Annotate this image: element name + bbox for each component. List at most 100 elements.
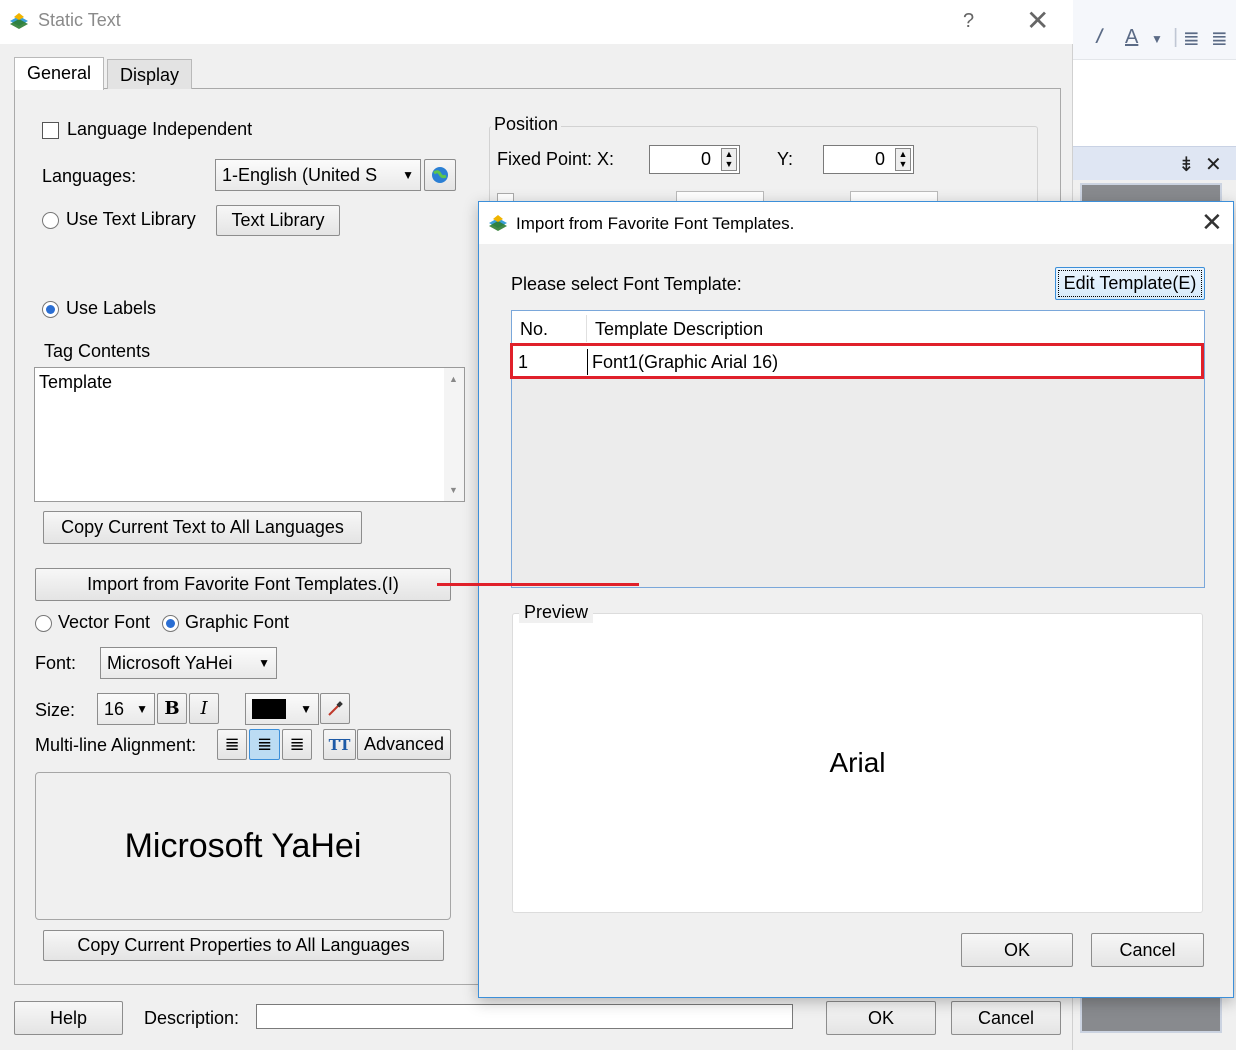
x-value: 0 (700, 149, 711, 169)
column-header-no[interactable]: No. (520, 319, 548, 340)
use-labels-label: Use Labels (66, 298, 157, 318)
edit-template-button[interactable]: Edit Template(E) (1055, 267, 1205, 300)
tag-contents-label: Tag Contents (44, 341, 151, 361)
align-left-icon[interactable]: ≣ (1183, 26, 1200, 51)
template-list-header: No. Template Description (512, 311, 1204, 346)
import-font-templates-button[interactable]: Import from Favorite Font Templates.(I) (35, 568, 451, 601)
languages-select[interactable]: 1-English (United S ▼ (215, 159, 421, 191)
tab-general[interactable]: General (14, 57, 105, 90)
column-separator[interactable] (586, 315, 587, 342)
copy-properties-button[interactable]: Copy Current Properties to All Languages (43, 930, 444, 961)
advanced-button[interactable]: Advanced (357, 729, 451, 760)
y-label: Y: (777, 149, 794, 169)
import-ok-button[interactable]: OK (961, 933, 1073, 967)
align-center-icon: ≣ (256, 734, 273, 754)
text-color-select[interactable]: ▼ (245, 693, 319, 725)
tag-contents-value: Template (39, 372, 113, 392)
position-legend: Position (491, 114, 562, 135)
pin-icon[interactable]: ⇟ (1178, 152, 1195, 177)
graphic-font-label: Graphic Font (185, 612, 290, 632)
vector-font-label: Vector Font (58, 612, 151, 632)
import-dialog-titlebar: Import from Favorite Font Templates. ✕ (479, 202, 1233, 244)
align-right-button[interactable]: ≣ (282, 729, 312, 760)
close-icon[interactable]: ✕ (1201, 207, 1223, 238)
close-icon[interactable]: ✕ (1026, 4, 1049, 37)
preview-legend: Preview (519, 602, 594, 623)
chevron-down-icon: ▼ (136, 702, 148, 716)
language-independent-label: Language Independent (67, 119, 253, 139)
align-center-icon[interactable]: ≣ (1211, 26, 1228, 51)
y-input[interactable]: 0 ▲ ▼ (823, 145, 914, 174)
use-text-library-label: Use Text Library (66, 209, 196, 229)
size-value: 16 (104, 698, 125, 719)
size-label: Size: (35, 700, 76, 720)
description-label: Description: (144, 1008, 240, 1028)
globe-icon (432, 167, 448, 183)
scroll-down-icon[interactable]: ▼ (449, 485, 458, 495)
background-canvas (1073, 60, 1236, 146)
font-preview: Microsoft YaHei (35, 772, 451, 920)
eyedropper-button[interactable] (320, 693, 350, 724)
annotation-highlight-box (510, 343, 1204, 379)
textarea-scrollbar[interactable]: ▲ ▼ (444, 368, 464, 501)
description-input[interactable] (256, 1004, 793, 1029)
separator: | (1173, 26, 1179, 48)
languages-value: 1-English (United S (222, 164, 378, 185)
dialog-title: Static Text (38, 10, 121, 30)
help-icon[interactable]: ? (963, 10, 974, 33)
font-value: Microsoft YaHei (107, 652, 233, 673)
italic-button[interactable]: I (189, 693, 219, 724)
preview-text: Arial (829, 747, 886, 778)
italic-icon[interactable]: 𝐼 (1095, 26, 1101, 49)
column-header-description[interactable]: Template Description (595, 319, 763, 340)
dialog-titlebar: Static Text ? ✕ (0, 0, 1073, 44)
panel-close-icon[interactable]: ✕ (1205, 152, 1222, 177)
align-right-icon: ≣ (289, 734, 305, 754)
tab-display[interactable]: Display (107, 59, 193, 89)
vector-font-radio[interactable] (35, 615, 52, 632)
x-input[interactable]: 0 ▲ ▼ (649, 145, 740, 174)
globe-button[interactable] (424, 159, 456, 191)
font-color-icon[interactable]: A (1125, 26, 1138, 49)
main-cancel-button[interactable]: Cancel (951, 1001, 1061, 1035)
text-library-button[interactable]: Text Library (216, 205, 340, 236)
eyedropper-icon (328, 700, 343, 716)
align-center-button[interactable]: ≣ (249, 729, 280, 760)
align-left-icon: ≣ (224, 734, 240, 754)
align-left-button[interactable]: ≣ (217, 729, 247, 760)
chevron-down-icon: ▼ (258, 656, 270, 670)
import-dialog-title: Import from Favorite Font Templates. (516, 214, 795, 233)
use-labels-radio[interactable] (42, 301, 59, 318)
graphic-font-radio[interactable] (162, 615, 179, 632)
chevron-down-icon: ▼ (300, 702, 312, 716)
copy-text-button[interactable]: Copy Current Text to All Languages (43, 511, 362, 544)
font-select[interactable]: Microsoft YaHei ▼ (100, 647, 277, 679)
font-label: Font: (35, 653, 77, 673)
text-style-button[interactable]: TT (323, 729, 356, 760)
help-button[interactable]: Help (14, 1001, 123, 1035)
import-cancel-button[interactable]: Cancel (1091, 933, 1204, 967)
bold-button[interactable]: B (157, 693, 187, 724)
import-font-templates-dialog: Import from Favorite Font Templates. ✕ P… (478, 201, 1234, 998)
main-ok-button[interactable]: OK (826, 1001, 936, 1035)
background-panel-header: ⇟ ✕ (1073, 146, 1236, 180)
multiline-alignment-label: Multi-line Alignment: (35, 735, 197, 755)
background-toolbar: 𝐼 A ▼ | ≣ ≣ (1073, 0, 1236, 60)
app-icon (489, 215, 507, 231)
use-text-library-radio[interactable] (42, 212, 59, 229)
languages-label: Languages: (42, 166, 137, 186)
color-swatch (252, 699, 286, 719)
scroll-up-icon[interactable]: ▲ (449, 374, 458, 384)
y-spinner[interactable]: ▲ ▼ (895, 148, 911, 171)
size-select[interactable]: 16 ▼ (97, 693, 155, 725)
select-template-prompt: Please select Font Template: (511, 274, 742, 294)
chevron-down-icon[interactable]: ▼ (1151, 32, 1163, 46)
app-icon (10, 13, 28, 29)
language-independent-checkbox[interactable] (42, 122, 59, 139)
annotation-connector-line (437, 583, 639, 586)
x-spinner[interactable]: ▲ ▼ (721, 148, 737, 171)
y-value: 0 (874, 149, 885, 169)
fixed-point-label: Fixed Point: X: (497, 149, 615, 169)
tag-contents-textarea[interactable]: Template ▲ ▼ (34, 367, 465, 502)
preview-group: Arial (512, 613, 1203, 913)
